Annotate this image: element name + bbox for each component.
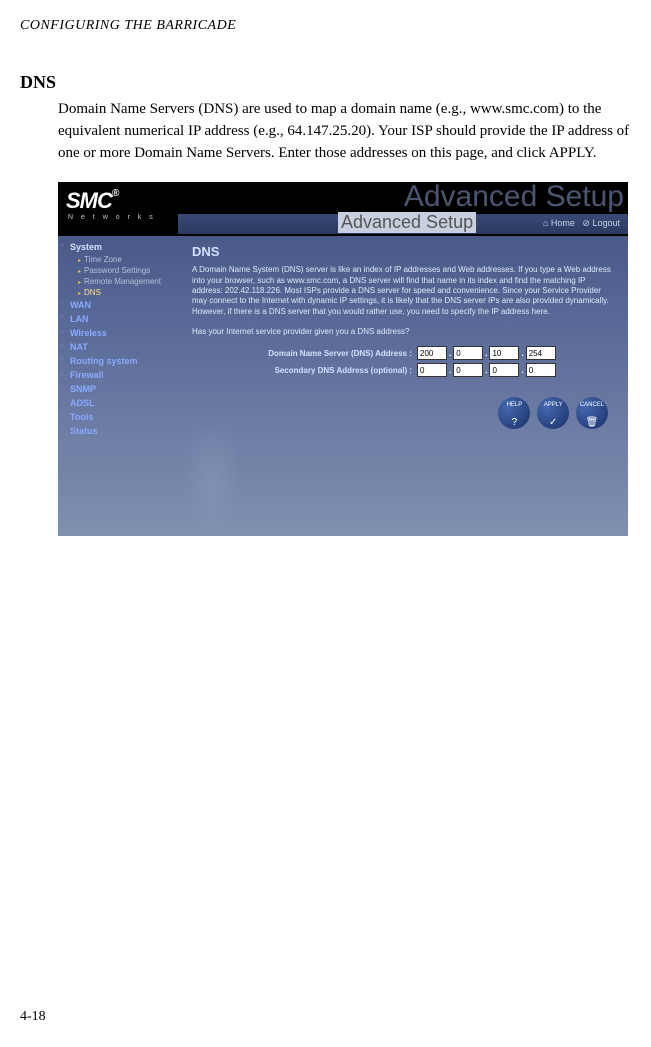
- primary-dns-label: Domain Name Server (DNS) Address :: [222, 349, 416, 358]
- panel-question: Has your Internet service provider given…: [192, 327, 618, 336]
- sidebar-item-nat[interactable]: NAT: [62, 340, 182, 354]
- header-links: ⌂ Home ⊘ Logout: [543, 218, 620, 229]
- primary-dns-octet-2[interactable]: [453, 346, 483, 360]
- ghost-title: Advanced Setup: [404, 180, 624, 214]
- secondary-dns-octet-2[interactable]: [453, 363, 483, 377]
- sidebar-item-wan[interactable]: WAN: [62, 298, 182, 312]
- button-row: ? HELP ✓ APPLY 🗑 CANCEL: [192, 397, 610, 429]
- embedded-screenshot: SMC® N e t w o r k s Advanced Setup Adva…: [58, 182, 628, 536]
- section-title: DNS: [0, 34, 651, 93]
- dns-form: Domain Name Server (DNS) Address : . . .…: [222, 346, 618, 377]
- page-number: 4-18: [20, 1009, 46, 1025]
- background-figure: [182, 416, 242, 536]
- running-header: CONFIGURING THE BARRICADE: [0, 0, 651, 34]
- logo: SMC®: [66, 188, 118, 214]
- secondary-dns-octet-3[interactable]: [489, 363, 519, 377]
- sidebar-item-status[interactable]: Status: [62, 424, 182, 438]
- sidebar-sub-timezone[interactable]: Time Zone: [62, 254, 182, 265]
- sidebar-item-adsl[interactable]: ADSL: [62, 396, 182, 410]
- sidebar-item-lan[interactable]: LAN: [62, 312, 182, 326]
- apply-button[interactable]: ✓ APPLY: [537, 397, 569, 429]
- body-paragraph: Domain Name Servers (DNS) are used to ma…: [0, 93, 651, 164]
- secondary-dns-octet-4[interactable]: [526, 363, 556, 377]
- logo-subtitle: N e t w o r k s: [68, 214, 156, 221]
- sidebar: System Time Zone Password Settings Remot…: [58, 236, 182, 536]
- cancel-button[interactable]: 🗑 CANCEL: [576, 397, 608, 429]
- primary-dns-octet-4[interactable]: [526, 346, 556, 360]
- primary-dns-octet-1[interactable]: [417, 346, 447, 360]
- home-link[interactable]: ⌂ Home: [543, 218, 575, 228]
- sidebar-sub-password[interactable]: Password Settings: [62, 265, 182, 276]
- form-row-primary: Domain Name Server (DNS) Address : . . .: [222, 346, 618, 360]
- content-panel: DNS A Domain Name System (DNS) server is…: [182, 236, 628, 536]
- sidebar-item-routing[interactable]: Routing system: [62, 354, 182, 368]
- app-header: SMC® N e t w o r k s Advanced Setup Adva…: [58, 182, 628, 236]
- sidebar-item-firewall[interactable]: Firewall: [62, 368, 182, 382]
- secondary-dns-label: Secondary DNS Address (optional) :: [222, 366, 416, 375]
- panel-title: DNS: [192, 244, 618, 259]
- form-row-secondary: Secondary DNS Address (optional) : . . .: [222, 363, 618, 377]
- primary-dns-octet-3[interactable]: [489, 346, 519, 360]
- help-button[interactable]: ? HELP: [498, 397, 530, 429]
- panel-description: A Domain Name System (DNS) server is lik…: [192, 265, 618, 317]
- secondary-dns-octet-1[interactable]: [417, 363, 447, 377]
- sidebar-item-wireless[interactable]: Wireless: [62, 326, 182, 340]
- sidebar-sub-dns[interactable]: DNS: [62, 287, 182, 298]
- sidebar-item-snmp[interactable]: SNMP: [62, 382, 182, 396]
- sidebar-item-tools[interactable]: Tools: [62, 410, 182, 424]
- logout-link[interactable]: ⊘ Logout: [582, 218, 620, 228]
- setup-badge: Advanced Setup: [338, 212, 476, 233]
- sidebar-sub-remote[interactable]: Remote Management: [62, 276, 182, 287]
- sidebar-item-system[interactable]: System: [62, 240, 182, 254]
